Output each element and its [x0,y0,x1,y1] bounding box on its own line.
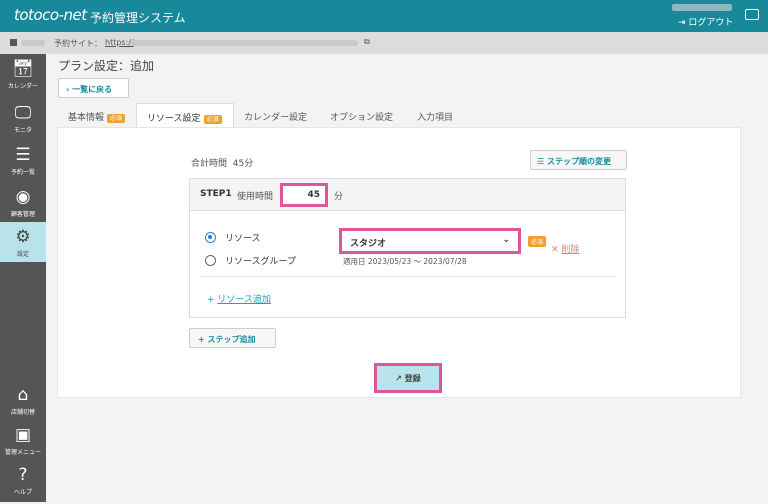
sliders-icon: ☰ [537,157,547,166]
toolbox-icon: ▣ [14,425,32,445]
total-time: 合計時間 45分 [191,159,254,169]
tab-calendar-settings[interactable]: カレンダー設定 [234,103,317,127]
tab-resource-settings[interactable]: リソース設定 必須 [136,103,234,127]
monitor-icon: 🖵︎ [14,103,32,123]
unit-label: 分 [334,192,344,202]
gear-icon: ⚙ [15,227,31,247]
sidebar-item-customers[interactable]: ◉ 顧客管理 [0,182,46,226]
step-header: STEP1 使用時間 45 分 [190,179,625,211]
register-button[interactable]: ↗ 登録 [374,363,442,393]
delete-link[interactable]: ✕ 削除 [551,242,579,255]
divider [200,276,616,277]
user-icon: ◉ [15,187,31,207]
radio-unchecked-icon [205,255,216,266]
logo: totoco-net [14,6,87,24]
site-label: 予約サイト： [54,39,102,48]
sidebar-item-monitor[interactable]: 🖵︎ モニタ [0,98,46,142]
chat-icon[interactable] [745,9,759,20]
user-name-blurred [672,4,732,11]
close-icon: ✕ [551,245,562,255]
logout-button[interactable]: ⇥ ログアウト [678,15,733,28]
add-resource-link[interactable]: + リソース追加 [207,292,271,305]
system-name: 予約管理システム [90,11,186,25]
resource-select[interactable]: スタジオ ⌄ [339,228,521,254]
list-icon: ☰ [15,145,31,165]
sidebar-item-calendar[interactable]: 📅︎ カレンダー [0,54,46,98]
page-title: プラン設定：追加 [58,59,155,73]
calendar-icon: 📅︎ [12,59,34,79]
radio-resource[interactable]: リソース [205,231,261,244]
date-range: 適用日 2023/05/23 〜 2023/07/28 [343,257,467,266]
sidebar-item-reservations[interactable]: ☰ 予約一覧 [0,140,46,184]
sidebar-item-settings[interactable]: ⚙ 設定 [0,222,46,262]
use-time-label: 使用時間 [237,192,274,202]
logout-icon: ⇥ [678,18,689,28]
sidebar-item-store-switch[interactable]: ⌂ 店舗切替 [0,380,46,424]
sidebar-item-admin-menu[interactable]: ▣ 管理メニュー [0,420,46,464]
plus-icon: + [198,335,208,344]
required-badge: 必須 [528,236,547,247]
url-blurred [130,40,358,46]
sidebar: 📅︎ カレンダー 🖵︎ モニタ ☰ 予約一覧 ◉ 顧客管理 ⚙ 設定 ⌂ 店舗切替 ▣ 管理メ… [0,54,46,502]
site-bar: 予約サイト： https:// ⧉ [0,32,768,54]
tab-option-settings[interactable]: オプション設定 [320,103,403,127]
required-badge: 必須 [203,115,222,124]
store-icon: ⌂ [17,385,29,405]
store-name-blurred [21,40,45,46]
radio-checked-icon [205,232,216,243]
chevron-down-icon: ⌄ [502,235,510,245]
use-time-input[interactable]: 45 [280,183,328,207]
tab-basic-info[interactable]: 基本情報 必須 [58,103,135,127]
change-step-order-button[interactable]: ☰ ステップ順の変更 [530,150,627,170]
back-button[interactable]: ‹ 一覧に戻る [58,78,129,98]
add-step-button[interactable]: + ステップ追加 [189,328,276,348]
required-badge: 必須 [107,114,126,123]
store-icon [10,39,17,46]
plus-icon: + [207,295,218,305]
help-icon: ? [18,465,28,485]
sidebar-item-help[interactable]: ? ヘルプ [0,460,46,504]
radio-resource-group[interactable]: リソースグループ [205,254,296,267]
app-header: totoco-net 予約管理システム ⇥ ログアウト [0,0,768,32]
step-label: STEP1 [200,189,232,199]
external-link-icon: ↗ [395,374,405,383]
copy-icon[interactable]: ⧉ [364,37,370,47]
tab-input-fields[interactable]: 入力項目 [407,103,463,127]
